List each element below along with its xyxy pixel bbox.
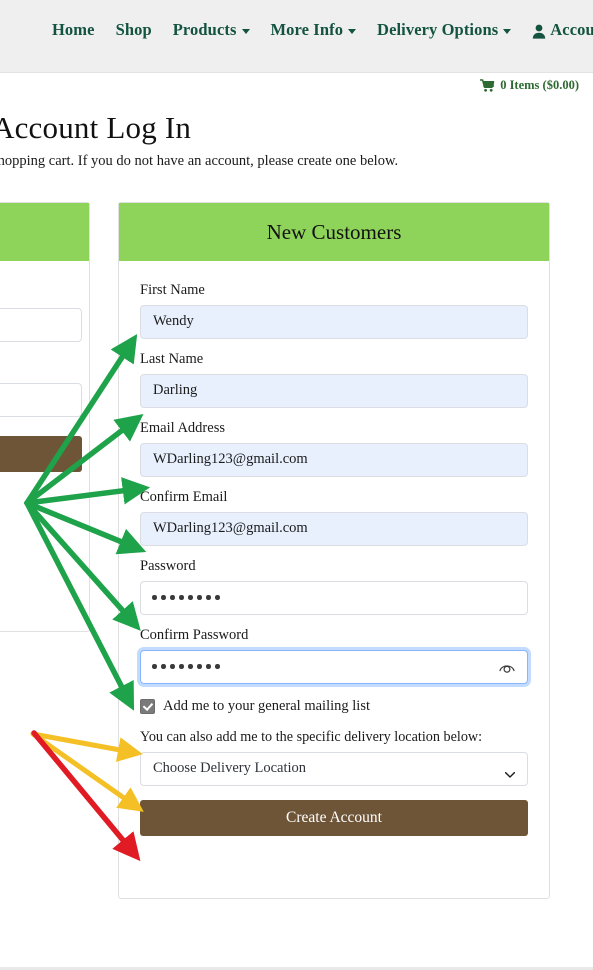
field-confirm-password: Confirm Password (140, 626, 528, 684)
last-name-input[interactable] (140, 373, 528, 408)
confirm-email-input[interactable] (140, 511, 528, 546)
login-password-input[interactable] (0, 383, 82, 417)
new-customers-header: New Customers (119, 203, 549, 261)
first-name-input[interactable] (140, 304, 528, 339)
nav-label: Delivery Options (377, 20, 499, 39)
new-customers-card: New Customers First Name Last Name Email… (118, 202, 550, 899)
field-label: First Name (140, 282, 205, 298)
person-icon (532, 24, 546, 39)
chevron-down-icon (503, 28, 512, 34)
email-address-input[interactable] (140, 442, 528, 477)
login-submit-button[interactable] (0, 436, 82, 472)
arrow-to-mailing-list-checkbox (30, 731, 143, 762)
existing-customers-card (0, 202, 90, 632)
eye-icon[interactable] (498, 659, 516, 675)
nav-label: More Info (270, 20, 344, 39)
field-label: Confirm Email (140, 488, 228, 505)
nav-label: Account (550, 20, 593, 39)
nav-item-home[interactable]: Home (52, 20, 95, 39)
field-email-address: Email Address (140, 419, 528, 477)
top-navbar: Home Shop Products More Info Delivery Op… (0, 0, 593, 73)
delivery-location-select[interactable]: Choose Delivery Location (140, 751, 528, 786)
field-label: Confirm Password (140, 626, 249, 643)
create-account-button[interactable]: Create Account (140, 799, 528, 836)
login-email-input[interactable] (0, 308, 82, 342)
field-label: Last Name (140, 350, 204, 367)
cart-label: 0 Items ($0.00) (500, 78, 579, 92)
field-label: Email Address (140, 419, 225, 436)
existing-customers-header (0, 203, 89, 261)
delivery-location-group: You can also add me to the specific deli… (140, 729, 528, 786)
nav-item-shop[interactable]: Shop (115, 20, 152, 39)
nav-item-more-info[interactable]: More Info (270, 20, 357, 39)
mailing-list-label: Add me to your general mailing list (163, 697, 370, 714)
delivery-location-note: You can also add me to the specific deli… (140, 728, 483, 745)
new-customers-form: First Name Last Name Email Address Confi… (119, 261, 549, 836)
shopping-cart-icon (480, 79, 495, 92)
nav-label: Shop (115, 20, 152, 39)
mailing-list-checkbox[interactable] (140, 698, 155, 714)
field-label: Password (140, 557, 196, 574)
mailing-list-row: Add me to your general mailing list (140, 698, 528, 715)
delivery-location-selected-value: Choose Delivery Location (153, 760, 307, 777)
confirm-password-input[interactable] (140, 649, 528, 684)
password-input[interactable] (140, 580, 528, 615)
confirm-password-wrap (140, 649, 528, 684)
cart-summary[interactable]: 0 Items ($0.00) (480, 78, 579, 93)
nav-item-delivery-options[interactable]: Delivery Options (377, 20, 512, 39)
page-root: Home Shop Products More Info Delivery Op… (0, 0, 593, 970)
field-confirm-email: Confirm Email (140, 488, 528, 546)
chevron-down-icon (504, 766, 516, 778)
nav-item-account[interactable]: Account (532, 20, 593, 39)
nav-item-products[interactable]: Products (172, 20, 250, 39)
field-password: Password (140, 557, 528, 615)
page-title: Account Log In (0, 110, 192, 145)
nav-label: Home (52, 20, 95, 39)
field-first-name: First Name (140, 282, 528, 339)
nav-label: Products (172, 20, 237, 39)
page-subtitle: shopping cart. If you do not have an acc… (0, 153, 399, 169)
nav-items: Home Shop Products More Info Delivery Op… (52, 20, 593, 39)
chevron-down-icon (241, 28, 250, 34)
chevron-down-icon (348, 28, 357, 34)
field-last-name: Last Name (140, 350, 528, 408)
password-wrap (140, 580, 528, 615)
